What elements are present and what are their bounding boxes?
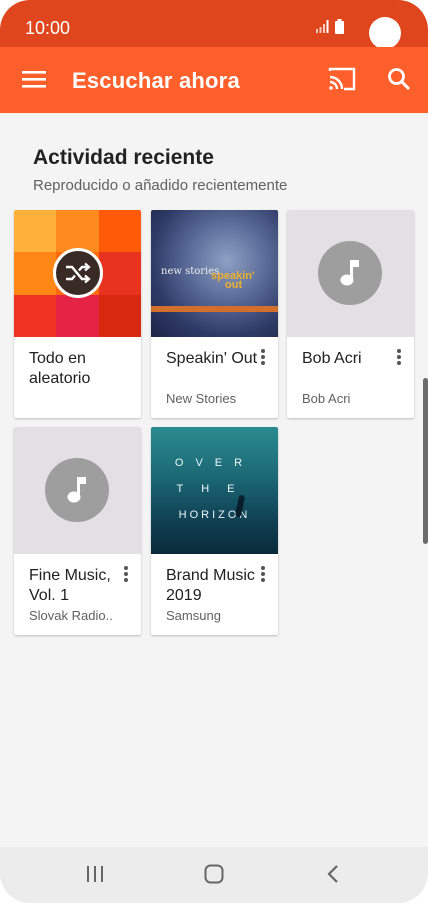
card-subtitle: New Stories <box>166 391 237 406</box>
placeholder-art <box>14 427 141 554</box>
status-bar: 10:00 <box>0 0 428 49</box>
mosaic-tile <box>56 294 99 337</box>
mosaic-tile <box>14 210 57 253</box>
card-album-speakin-out[interactable]: new stories speakin' out Speakin' Out Ne… <box>151 210 278 418</box>
shuffle-icon[interactable] <box>53 248 103 298</box>
album-art-over-the-horizon: OVER THE HORIZON <box>151 427 278 554</box>
more-options-icon[interactable] <box>396 349 402 367</box>
more-options-icon[interactable] <box>123 566 129 584</box>
status-time: 10:00 <box>25 18 71 38</box>
section-subtitle: Reproducido o añadido recientemente <box>33 177 288 194</box>
mosaic-tile <box>98 210 141 253</box>
placeholder-art <box>287 210 414 337</box>
mosaic-tile <box>98 294 141 337</box>
card-title: Fine Music, Vol. 1 <box>29 567 111 604</box>
card-title: Speakin' Out <box>166 350 258 367</box>
search-icon[interactable] <box>387 67 411 91</box>
mosaic-tile <box>14 294 57 337</box>
card-artist-bob-acri[interactable]: Bob Acri Bob Acri <box>287 210 414 418</box>
card-shuffle-all[interactable]: Todo en aleatorio <box>14 210 141 418</box>
card-title: Bob Acri <box>302 350 362 367</box>
home-icon[interactable] <box>204 864 224 884</box>
app-title: Escuchar ahora <box>72 68 240 93</box>
album-art-new-stories: new stories speakin' out <box>151 210 278 337</box>
mosaic-tile <box>56 210 99 253</box>
cast-icon[interactable] <box>328 67 356 91</box>
card-title: Brand Music 2019 <box>166 567 255 604</box>
battery-icon <box>335 19 344 34</box>
shuffle-mosaic-art <box>14 210 141 337</box>
more-options-icon[interactable] <box>260 566 266 584</box>
recent-apps-icon[interactable] <box>86 865 104 883</box>
phone-screen: 10:00 Escuchar ahora Actividad reciente … <box>0 0 428 903</box>
card-subtitle: Samsung <box>166 608 221 623</box>
card-album-fine-music[interactable]: Fine Music, Vol. 1 Slovak Radio.. <box>14 427 141 635</box>
card-title: Todo en aleatorio <box>29 350 91 387</box>
section-title: Actividad reciente <box>33 146 214 169</box>
card-subtitle: Bob Acri <box>302 391 351 406</box>
signal-icon <box>316 20 329 33</box>
more-options-icon[interactable] <box>260 349 266 367</box>
music-note-icon <box>45 458 109 522</box>
camera-cutout <box>369 17 401 49</box>
music-note-icon <box>318 241 382 305</box>
mosaic-tile <box>98 252 141 295</box>
app-bar: Escuchar ahora <box>0 47 428 113</box>
navigation-bar <box>0 847 428 903</box>
back-icon[interactable] <box>326 864 340 884</box>
edge-panel-handle[interactable] <box>423 378 428 544</box>
mosaic-tile <box>14 252 57 295</box>
card-album-brand-music-2019[interactable]: OVER THE HORIZON Brand Music 2019 Samsun… <box>151 427 278 635</box>
menu-icon[interactable] <box>22 69 46 89</box>
card-subtitle: Slovak Radio.. <box>29 608 113 623</box>
